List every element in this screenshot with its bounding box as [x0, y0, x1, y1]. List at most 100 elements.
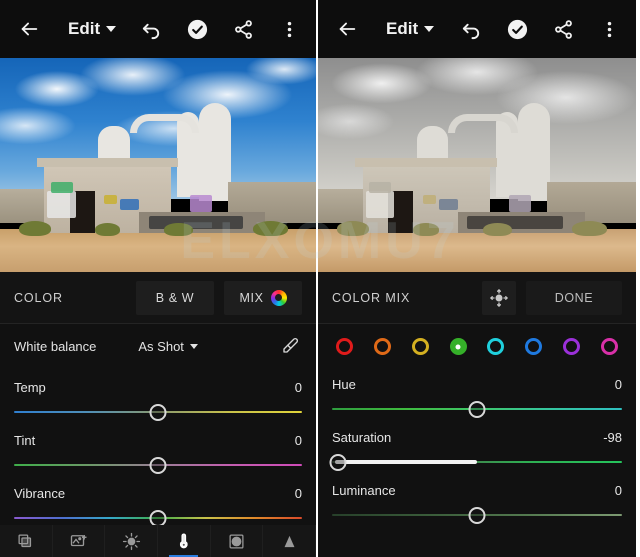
photo-wall-left [0, 188, 45, 223]
slider-value: 0 [614, 377, 622, 392]
edit-mode-selector[interactable]: Edit [386, 19, 435, 39]
slider-temp[interactable]: Temp 0 [14, 380, 302, 423]
white-balance-label: White balance [14, 338, 97, 354]
left-sliders: Temp 0 Tint 0 Vibrance 0 [0, 368, 316, 529]
tab-presets[interactable] [53, 525, 106, 557]
slider-label: Temp [14, 380, 46, 395]
edit-mode-selector[interactable]: Edit [68, 19, 117, 39]
bw-button[interactable]: B & W [136, 280, 214, 315]
share-button[interactable] [230, 16, 256, 42]
swatch-purple[interactable] [563, 338, 581, 355]
photo-graffiti [120, 199, 140, 210]
left-editor-panel: Edit COLOR B & W MIX White balance As Sh… [0, 0, 318, 557]
chevron-down-icon [424, 26, 435, 32]
slider-hue[interactable]: Hue 0 [332, 377, 622, 420]
mix-label: MIX [239, 290, 264, 305]
swatch-aqua[interactable] [487, 338, 505, 355]
photo-preview-original[interactable] [0, 58, 316, 272]
photo-silo [199, 102, 231, 202]
right-sliders: Hue 0 Saturation -98 Luminance 0 [318, 365, 636, 526]
swatch-yellow[interactable] [411, 338, 429, 355]
eyedropper-icon[interactable] [278, 334, 302, 358]
bottom-tab-bar-left [0, 525, 316, 557]
top-toolbar-left: Edit [0, 0, 316, 58]
section-title: COLOR [14, 290, 63, 305]
photo-silo [518, 102, 551, 202]
section-title: COLOR MIX [332, 290, 411, 305]
slider-vibrance[interactable]: Vibrance 0 [14, 486, 302, 529]
tab-color[interactable] [158, 525, 211, 557]
slider-label: Tint [14, 433, 36, 448]
undo-button[interactable] [458, 16, 484, 42]
done-label: DONE [554, 290, 594, 305]
photo-graffiti [422, 194, 436, 204]
photo-pipe [448, 113, 519, 133]
tab-effects[interactable] [211, 525, 264, 557]
tab-detail[interactable] [263, 525, 316, 557]
slider-label: Vibrance [14, 486, 66, 501]
photo-graffiti [365, 190, 395, 219]
back-button[interactable] [14, 14, 44, 44]
photo-graffiti [47, 190, 76, 219]
photo-bush [252, 220, 288, 236]
swatch-blue[interactable] [525, 338, 543, 355]
tab-light[interactable] [105, 525, 159, 557]
photo-graffiti [104, 194, 117, 204]
tab-layers[interactable] [0, 525, 53, 557]
slider-knob[interactable] [149, 457, 167, 474]
slider-luminance[interactable]: Luminance 0 [332, 483, 622, 526]
back-button[interactable] [332, 14, 362, 44]
slider-label: Hue [332, 377, 356, 392]
slider-value: 0 [294, 486, 302, 501]
slider-value: 0 [294, 433, 302, 448]
slider-value: 0 [294, 380, 302, 395]
more-options-button[interactable] [276, 16, 302, 42]
photo-graffiti-text [467, 216, 563, 230]
undo-button[interactable] [138, 16, 164, 42]
photo-pipe [129, 113, 200, 133]
targeted-adjustment-button[interactable] [482, 280, 516, 315]
mix-button[interactable]: MIX [224, 280, 302, 315]
chevron-down-icon [189, 343, 198, 349]
color-wheel-icon [270, 289, 287, 306]
slider-tint[interactable]: Tint 0 [14, 433, 302, 476]
toolbar-title: Edit [386, 19, 419, 38]
slider-knob[interactable] [468, 507, 486, 524]
photo-bush [337, 220, 369, 236]
photo-preview-edited[interactable] [318, 58, 636, 272]
slider-knob[interactable] [149, 404, 167, 421]
slider-value: -98 [603, 430, 622, 445]
photo-wall-left [318, 188, 363, 223]
white-balance-dropdown[interactable]: As Shot [138, 339, 198, 354]
photo-bush [483, 222, 512, 236]
white-balance-row[interactable]: White balance As Shot [0, 324, 316, 368]
slider-label: Luminance [332, 483, 396, 498]
swatch-green[interactable] [449, 338, 467, 355]
color-mix-section-header: COLOR MIX DONE [318, 272, 636, 324]
slider-knob[interactable] [329, 454, 347, 471]
right-editor-panel: Edit COLOR MIX DONE Hue 0 Saturation -98… [318, 0, 636, 557]
photo-graffiti [189, 194, 212, 213]
swatch-selected-dot [455, 344, 461, 349]
photo-graffiti [50, 182, 73, 193]
top-toolbar-right: Edit [318, 0, 636, 58]
share-button[interactable] [550, 16, 576, 42]
color-section-header: COLOR B & W MIX [0, 272, 316, 324]
photo-graffiti [438, 199, 458, 210]
photo-graffiti [508, 194, 532, 213]
slider-knob[interactable] [468, 401, 486, 418]
swatch-red[interactable] [336, 338, 353, 355]
more-options-button[interactable] [596, 16, 622, 42]
photo-bush [572, 220, 608, 236]
swatch-orange[interactable] [373, 338, 391, 355]
photo-bush [413, 222, 439, 236]
slider-value: 0 [614, 483, 622, 498]
confirm-button[interactable] [184, 16, 210, 42]
white-balance-value: As Shot [138, 338, 184, 354]
photo-graffiti [368, 182, 392, 193]
confirm-button[interactable] [504, 16, 530, 42]
swatch-magenta[interactable] [600, 338, 618, 355]
slider-saturation[interactable]: Saturation -98 [329, 430, 622, 473]
done-button[interactable]: DONE [526, 280, 622, 315]
chevron-down-icon [106, 26, 117, 32]
